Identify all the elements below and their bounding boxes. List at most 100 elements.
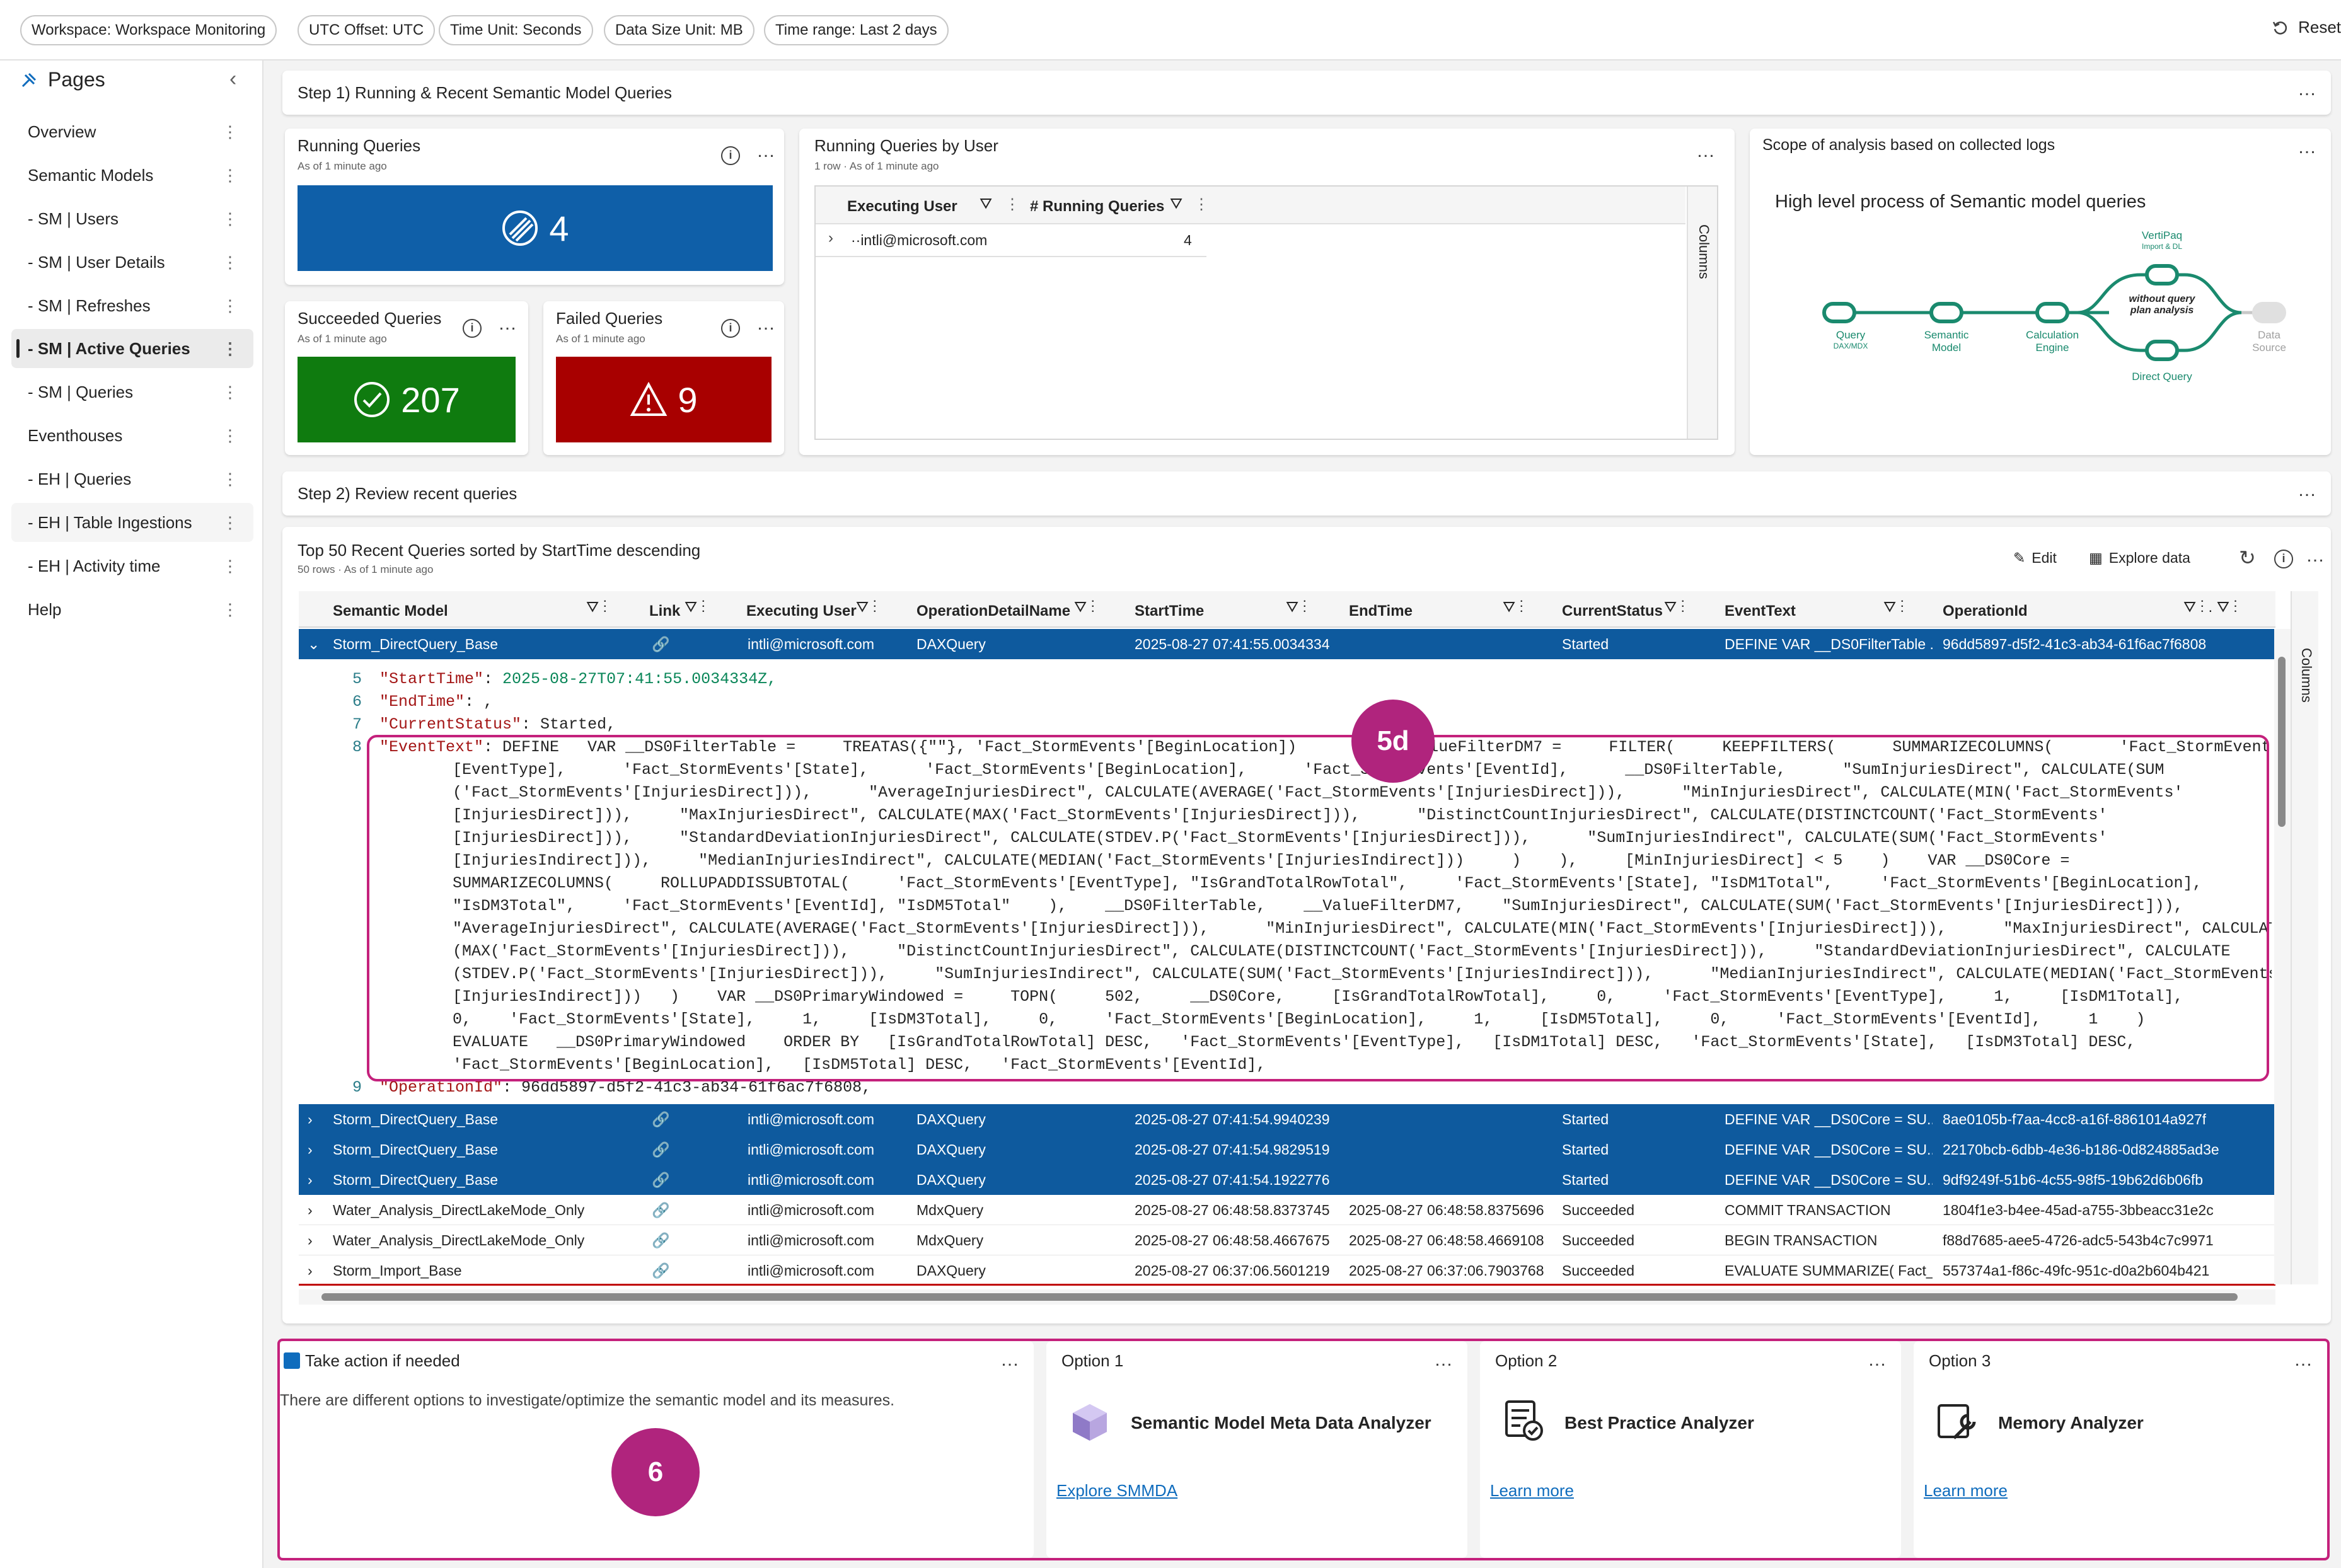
sidebar-item-help[interactable]: Help ⋮ xyxy=(11,590,253,629)
table-row[interactable]: › Water_Analysis_DirectLakeMode_Only 🔗 i… xyxy=(299,1225,2275,1255)
link-icon[interactable]: 🔗 xyxy=(652,1195,670,1225)
more-icon[interactable]: ⋮ xyxy=(1005,195,1020,214)
sidebar-item-eh-table-ingestions[interactable]: - EH | Table Ingestions ⋮ xyxy=(11,503,253,542)
reset-button[interactable]: Reset xyxy=(2272,18,2341,37)
more-icon[interactable]: … xyxy=(2306,546,2325,565)
learn-more-link[interactable]: Learn more xyxy=(1924,1481,2008,1501)
sidebar-item-sm-queries[interactable]: - SM | Queries ⋮ xyxy=(11,372,253,412)
column-header-starttime[interactable]: StartTime xyxy=(1135,602,1204,620)
link-icon[interactable]: 🔗 xyxy=(652,629,670,659)
scrollbar-thumb[interactable] xyxy=(2278,657,2286,827)
sidebar-item-eh-activity-time[interactable]: - EH | Activity time ⋮ xyxy=(11,546,253,585)
more-icon[interactable]: ⋮ xyxy=(222,546,238,585)
horizontal-scrollbar[interactable] xyxy=(299,1289,2275,1305)
info-icon[interactable]: i xyxy=(721,146,740,165)
explore-data-button[interactable]: ▦ Explore data xyxy=(2089,550,2190,567)
more-icon[interactable]: ⋮ xyxy=(222,329,238,368)
learn-more-link[interactable]: Learn more xyxy=(1490,1481,1574,1501)
link-icon[interactable]: 🔗 xyxy=(652,1134,670,1165)
column-header-running-queries[interactable]: # Running Queries xyxy=(1030,198,1164,216)
vertical-scrollbar[interactable] xyxy=(2274,629,2291,1284)
table-row[interactable]: › Water_Analysis_DirectLakeMode_Only 🔗 i… xyxy=(299,1195,2275,1225)
table-row[interactable]: › Storm_DirectQuery_Base 🔗 intli@microso… xyxy=(299,1165,2275,1195)
filter-icon[interactable]: ⛛ ⋮ xyxy=(586,599,607,616)
table-row-expanded[interactable]: ⌄ Storm_DirectQuery_Base 🔗 intli@microso… xyxy=(299,629,2275,659)
table-row[interactable]: › Storm_Import_Base 🔗 intli@microsoft.co… xyxy=(299,1255,2275,1286)
chevron-down-icon[interactable]: ⌄ xyxy=(308,629,320,659)
more-icon[interactable]: … xyxy=(1868,1351,1887,1369)
more-icon[interactable]: ⋮ xyxy=(222,156,238,195)
sidebar-item-sm-active-queries[interactable]: - SM | Active Queries ⋮ xyxy=(11,329,253,368)
link-icon[interactable]: 🔗 xyxy=(652,1104,670,1134)
column-header-operationid[interactable]: OperationId xyxy=(1943,602,2028,620)
table-row[interactable]: › Storm_DirectQuery_Base 🔗 intli@microso… xyxy=(299,1134,2275,1165)
more-icon[interactable]: … xyxy=(2298,80,2317,99)
refresh-icon[interactable]: ↻ xyxy=(2239,546,2256,570)
more-icon[interactable]: ⋮ xyxy=(1194,195,1209,214)
scrollbar-thumb[interactable] xyxy=(321,1293,2238,1301)
filter-icon[interactable]: ⛛ ⋮ xyxy=(1883,599,1904,616)
filter-icon[interactable]: ⛛ ⋮ xyxy=(1503,599,1523,616)
filter-icon[interactable]: ⛛ ⋮ xyxy=(1074,599,1095,616)
columns-side-panel[interactable]: Columns xyxy=(2291,591,2318,1284)
sidebar-item-overview[interactable]: Overview ⋮ xyxy=(11,112,253,151)
more-icon[interactable]: ⋮ xyxy=(222,372,238,412)
column-header-endtime[interactable]: EndTime xyxy=(1349,602,1413,620)
sidebar-item-eventhouses[interactable]: Eventhouses ⋮ xyxy=(11,416,253,455)
sidebar-item-eh-queries[interactable]: - EH | Queries ⋮ xyxy=(11,459,253,499)
filter-pill-workspace[interactable]: Workspace: Workspace Monitoring xyxy=(20,15,277,45)
filter-icon[interactable]: ⛛ ⋮ xyxy=(1664,599,1685,616)
chevron-right-icon[interactable]: › xyxy=(828,229,833,247)
more-icon[interactable]: ⋮ xyxy=(222,112,238,151)
more-icon[interactable]: ⋮ xyxy=(222,590,238,629)
filter-icon[interactable]: ⛛ xyxy=(980,195,992,213)
more-icon[interactable]: ⋮ xyxy=(222,416,238,455)
sidebar-item-sm-users[interactable]: - SM | Users ⋮ xyxy=(11,199,253,238)
sidebar-item-semantic-models[interactable]: Semantic Models ⋮ xyxy=(11,156,253,195)
sidebar-item-sm-user-details[interactable]: - SM | User Details ⋮ xyxy=(11,243,253,282)
column-header-eventtext[interactable]: EventText xyxy=(1725,602,1796,620)
sidebar-item-sm-refreshes[interactable]: - SM | Refreshes ⋮ xyxy=(11,286,253,325)
chevron-right-icon[interactable]: › xyxy=(308,1165,313,1195)
more-icon[interactable]: … xyxy=(2298,481,2317,500)
link-icon[interactable]: 🔗 xyxy=(652,1255,670,1286)
more-icon[interactable]: … xyxy=(498,314,517,333)
filter-pill-time-range[interactable]: Time range: Last 2 days xyxy=(764,15,949,45)
chevron-right-icon[interactable]: › xyxy=(308,1134,313,1165)
more-icon[interactable]: … xyxy=(756,314,776,333)
more-icon[interactable]: ⋮ xyxy=(222,243,238,282)
column-header-currentstatus[interactable]: CurrentStatus xyxy=(1562,602,1663,620)
more-icon[interactable]: ⋮ xyxy=(222,459,238,499)
more-icon[interactable]: … xyxy=(2294,1351,2313,1369)
column-header-semantic-model[interactable]: Semantic Model xyxy=(333,602,448,620)
explore-smmda-link[interactable]: Explore SMMDA xyxy=(1056,1481,1177,1501)
columns-side-panel[interactable]: Columns xyxy=(1687,187,1717,439)
filter-icon[interactable]: ⛛ xyxy=(1170,195,1182,213)
filter-pill-time-unit[interactable]: Time Unit: Seconds xyxy=(439,15,593,45)
column-header-executing-user[interactable]: Executing User xyxy=(746,602,857,620)
filter-pill-utc-offset[interactable]: UTC Offset: UTC xyxy=(298,15,436,45)
chevron-right-icon[interactable]: › xyxy=(308,1225,313,1255)
more-icon[interactable]: … xyxy=(1434,1351,1454,1369)
more-icon[interactable]: … xyxy=(2298,138,2317,157)
info-icon[interactable]: i xyxy=(721,319,740,338)
filter-icon[interactable]: ⛛ ⋮ . ⛛ ⋮ xyxy=(2183,599,2238,616)
edit-button[interactable]: ✎ Edit xyxy=(2013,550,2057,567)
more-icon[interactable]: ⋮ xyxy=(222,199,238,238)
more-icon[interactable]: … xyxy=(1696,142,1716,161)
more-icon[interactable]: … xyxy=(1000,1351,1020,1369)
chevron-right-icon[interactable]: › xyxy=(308,1255,313,1286)
info-icon[interactable]: i xyxy=(2274,550,2293,568)
more-icon[interactable]: … xyxy=(756,142,776,161)
table-row[interactable]: › Storm_DirectQuery_Base 🔗 intli@microso… xyxy=(299,1104,2275,1134)
collapse-sidebar-icon[interactable]: ‹ xyxy=(229,67,236,91)
filter-pill-data-size[interactable]: Data Size Unit: MB xyxy=(604,15,754,45)
column-header-link[interactable]: Link xyxy=(649,602,680,620)
chevron-right-icon[interactable]: › xyxy=(308,1195,313,1225)
more-icon[interactable]: ⋮ xyxy=(222,286,238,325)
filter-icon[interactable]: ⛛ ⋮ xyxy=(856,599,877,616)
column-header-executing-user[interactable]: Executing User xyxy=(847,198,957,216)
info-icon[interactable]: i xyxy=(463,319,482,338)
link-icon[interactable]: 🔗 xyxy=(652,1225,670,1255)
column-header-operation[interactable]: OperationDetailName xyxy=(916,602,1070,620)
